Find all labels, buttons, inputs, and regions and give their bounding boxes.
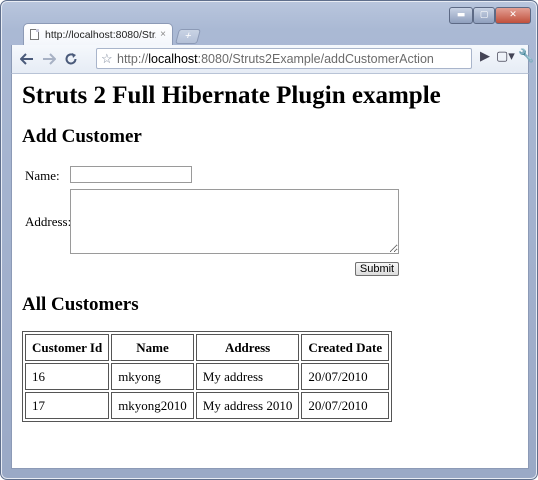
minimize-button[interactable]: ▬ [449, 7, 473, 24]
tab-close-icon[interactable]: × [160, 29, 166, 40]
column-header: Name [111, 334, 194, 361]
new-tab-button[interactable]: + [174, 29, 202, 44]
forward-arrow-icon[interactable] [38, 49, 60, 69]
close-window-button[interactable]: ✕ [495, 7, 531, 24]
cell-address: My address 2010 [195, 392, 300, 419]
all-customers-heading: All Customers [22, 294, 139, 315]
column-header: Address [195, 334, 300, 361]
wrench-icon[interactable]: 🔧 [518, 49, 534, 64]
title-bar: http://localhost:8080/Str... × + ▬ ▢ ✕ [1, 1, 538, 45]
name-label: Name: [25, 168, 60, 183]
browser-toolbar: ☆ http://localhost:8080/Struts2Example/a… [11, 45, 534, 73]
add-customer-heading: Add Customer [22, 126, 142, 147]
address-textarea[interactable] [70, 189, 399, 254]
address-label: Address: [25, 214, 72, 229]
column-header: Customer Id [25, 334, 110, 361]
cell-name: mkyong [111, 363, 194, 390]
submit-button[interactable]: Submit [355, 262, 399, 276]
customers-table: Customer Id Name Address Created Date 16… [22, 331, 393, 422]
cell-customer-id: 16 [25, 363, 110, 390]
cell-created-date: 20/07/2010 [301, 363, 390, 390]
table-row: 16 mkyong My address 20/07/2010 [25, 363, 390, 390]
page-menu-icon[interactable]: ▢▾ [496, 49, 515, 64]
url-path: :8080/Struts2Example/addCustomerAction [197, 51, 434, 66]
page-viewport: Struts 2 Full Hibernate Plugin example A… [11, 73, 529, 469]
back-arrow-icon[interactable] [16, 49, 38, 69]
browser-window: http://localhost:8080/Str... × + ▬ ▢ ✕ ☆… [0, 0, 538, 480]
cell-customer-id: 17 [25, 392, 110, 419]
name-input[interactable] [70, 166, 192, 183]
address-bar[interactable]: ☆ http://localhost:8080/Struts2Example/a… [96, 48, 472, 69]
reload-icon[interactable] [60, 49, 82, 69]
table-header-row: Customer Id Name Address Created Date [25, 334, 390, 361]
table-row: 17 mkyong2010 My address 2010 20/07/2010 [25, 392, 390, 419]
page-title: Struts 2 Full Hibernate Plugin example [22, 82, 441, 109]
url-host: localhost [148, 51, 198, 66]
maximize-button[interactable]: ▢ [473, 7, 495, 24]
column-header: Created Date [301, 334, 390, 361]
cell-name: mkyong2010 [111, 392, 194, 419]
cell-created-date: 20/07/2010 [301, 392, 390, 419]
tab-localhost[interactable]: http://localhost:8080/Str... × [23, 23, 173, 45]
bookmark-star-icon[interactable]: ☆ [101, 51, 113, 67]
cell-address: My address [195, 363, 300, 390]
tab-title: http://localhost:8080/Str... [45, 28, 157, 41]
page-icon [30, 29, 39, 40]
go-icon[interactable]: ▶ [480, 49, 490, 64]
url-scheme: http:// [117, 51, 149, 66]
